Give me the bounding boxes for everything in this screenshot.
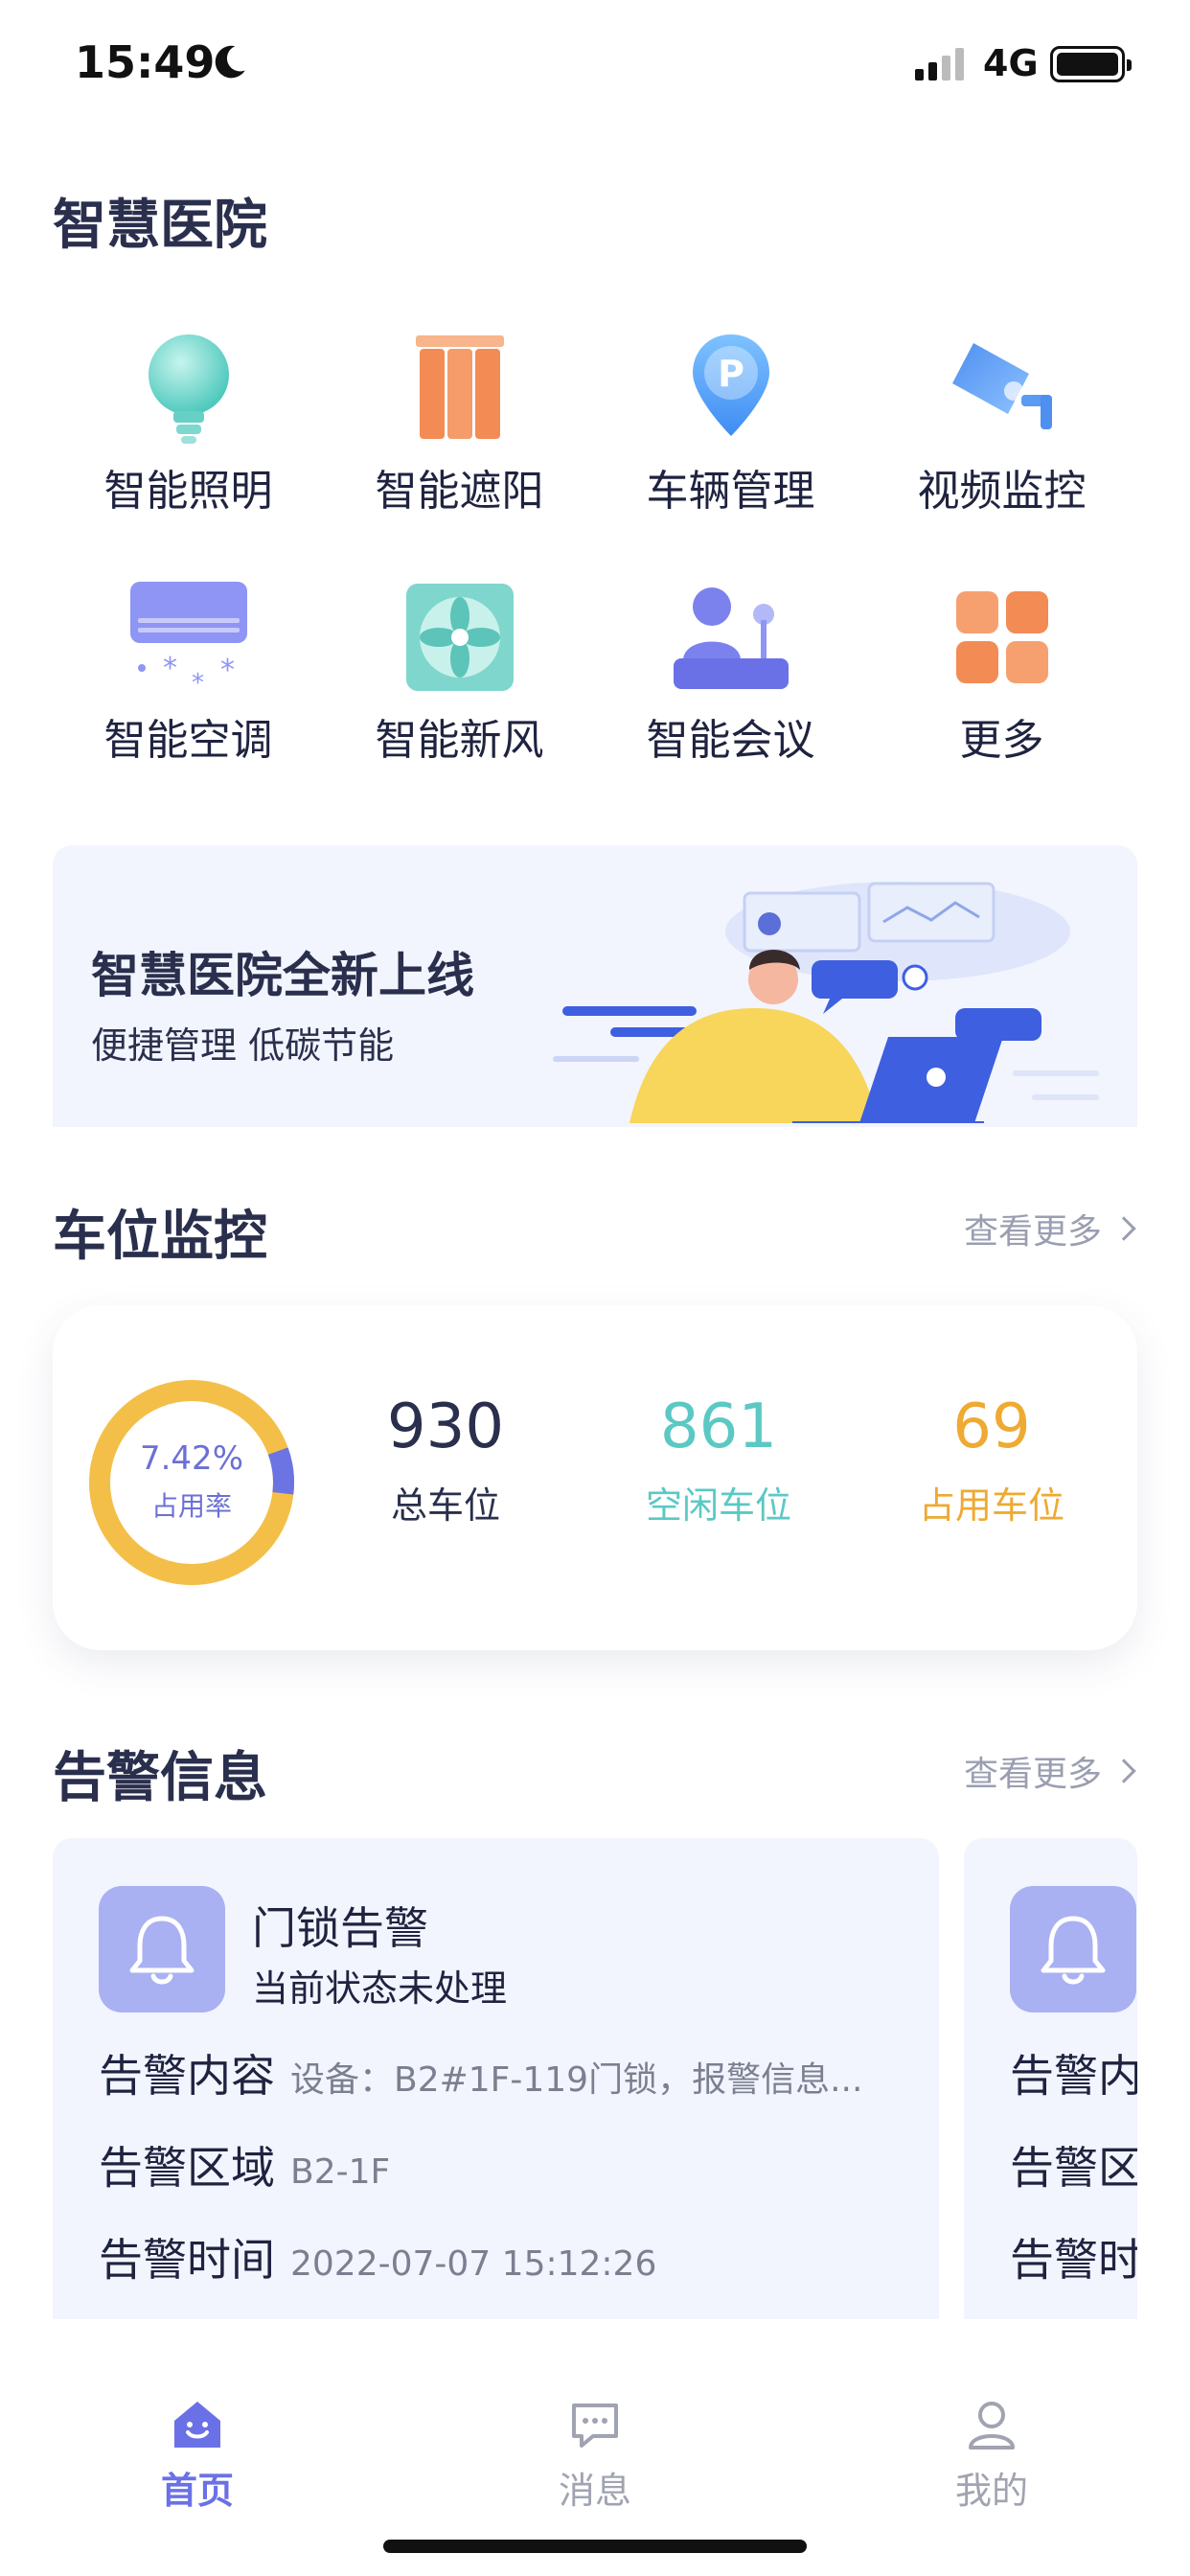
banner-title: 智慧医院全新上线: [91, 948, 474, 1003]
svg-text:*: *: [163, 652, 177, 685]
feature-meeting[interactable]: 智能会议: [595, 575, 866, 767]
feature-more[interactable]: 更多: [866, 575, 1137, 767]
moon-icon: [215, 45, 245, 79]
camera-icon: [940, 326, 1064, 450]
tab-profile[interactable]: 我的: [896, 2396, 1087, 2514]
tab-messages-label: 消息: [558, 2470, 631, 2512]
tab-profile-label: 我的: [954, 2470, 1028, 2512]
tab-messages[interactable]: 消息: [499, 2396, 691, 2514]
feature-sunshade[interactable]: 智能遮阳: [324, 326, 595, 518]
battery-icon: [1050, 46, 1132, 82]
alarm-card[interactable]: 门锁告警 当前状态未处理 告警内容 设备：B2#1F-119门锁，报警信息...…: [53, 1838, 939, 2319]
status-bar: 15:49 4G: [0, 0, 1190, 134]
donut-used-arc: [89, 1380, 294, 1585]
fan-icon: [398, 575, 522, 700]
alarm-area-key: 告警区域: [1010, 2142, 1137, 2194]
chevron-right-icon: [1111, 1216, 1136, 1241]
chevron-right-icon: [1111, 1759, 1136, 1783]
feature-label: 智能遮阳: [375, 467, 544, 516]
signal-icon: [915, 48, 964, 80]
bell-icon: [99, 1886, 225, 2012]
occupancy-rate: 7.42%: [139, 1439, 243, 1478]
tab-home[interactable]: 首页: [102, 2396, 293, 2514]
parking-pin-icon: P: [669, 326, 793, 450]
alarm-area-row: 告警区域: [1010, 2133, 1137, 2196]
alarm-content-key: 告警内容: [1010, 2050, 1137, 2102]
alarm-time-key: 告警时间: [99, 2234, 275, 2286]
feature-label: 智能空调: [103, 716, 273, 765]
free-spaces-value: 861: [659, 1392, 778, 1462]
alarm-time-row: 告警时间: [1010, 2225, 1137, 2288]
home-icon: [174, 2402, 220, 2448]
feature-label: 智能照明: [103, 467, 273, 516]
parking-section-title: 车位监控: [53, 1206, 267, 1268]
alarm-content-row: 告警内容 设备：B2#1F-119门锁，报警信息...: [99, 2041, 862, 2104]
alarm-state: 当前状态未处理: [252, 1967, 508, 2010]
feature-label: 车辆管理: [646, 467, 815, 516]
feature-label: 智能新风: [375, 716, 544, 765]
alarm-time-key: 告警时间: [1010, 2234, 1137, 2286]
stat-used: 69 占用车位: [858, 1392, 1126, 1529]
page-title: 智慧医院: [53, 195, 267, 257]
network-type: 4G: [983, 42, 1039, 84]
more-grid-icon: [940, 575, 1064, 700]
alarm-time-row: 告警时间 2022-07-07 15:12:26: [99, 2225, 656, 2288]
feature-fresh-air[interactable]: 智能新风: [324, 575, 595, 767]
feature-grid: 智能照明 智能遮阳 P 车辆管理 视频监控 * * * 智能空调 智能新风 智能…: [53, 326, 1137, 767]
feature-label: 更多: [959, 716, 1044, 765]
banner-illustration: [553, 882, 1099, 1123]
occupancy-rate-label: 占用率: [150, 1490, 232, 1522]
feature-video[interactable]: 视频监控: [866, 326, 1137, 518]
message-icon: [572, 2404, 618, 2448]
curtain-icon: [398, 326, 522, 450]
alarm-name: 门锁告警: [252, 1902, 428, 1954]
bell-icon: [1010, 1886, 1136, 2012]
alarm-area-key: 告警区域: [99, 2142, 275, 2194]
home-indicator: [383, 2540, 807, 2553]
alarm-content-value: 设备：B2#1F-119门锁，报警信息...: [290, 2060, 863, 2100]
stat-total: 930 总车位: [311, 1392, 580, 1529]
feature-aircon[interactable]: * * * 智能空调: [53, 575, 324, 767]
used-spaces-value: 69: [952, 1392, 1031, 1462]
bulb-icon: [126, 326, 251, 450]
banner-subtitle: 便捷管理 低碳节能: [91, 1024, 395, 1067]
svg-text:P: P: [718, 353, 744, 395]
used-spaces-label: 占用车位: [918, 1484, 1064, 1527]
occupancy-donut: [89, 1380, 294, 1585]
tab-home-label: 首页: [160, 2470, 234, 2512]
feature-vehicle[interactable]: P 车辆管理: [595, 326, 866, 518]
free-spaces-label: 空闲车位: [645, 1484, 791, 1527]
parking-view-more[interactable]: 查看更多: [963, 1204, 1136, 1254]
parking-card[interactable]: 7.42% 占用率 930 总车位 861 空闲车位 69 占用车位: [53, 1305, 1137, 1650]
meeting-icon: [669, 575, 793, 700]
user-icon: [969, 2402, 1015, 2450]
total-spaces-label: 总车位: [390, 1484, 500, 1527]
air-conditioner-icon: * * *: [126, 575, 251, 700]
view-more-label: 查看更多: [963, 1212, 1102, 1252]
total-spaces-value: 930: [386, 1392, 505, 1462]
alarm-area-value: B2-1F: [290, 2152, 391, 2192]
promo-banner[interactable]: 智慧医院全新上线 便捷管理 低碳节能: [53, 845, 1137, 1127]
feature-lighting[interactable]: 智能照明: [53, 326, 324, 518]
donut-free-ring: [89, 1380, 294, 1585]
alarm-content-row: 告警内容: [1010, 2041, 1137, 2104]
alarm-time-value: 2022-07-07 15:12:26: [290, 2244, 657, 2284]
alarm-view-more[interactable]: 查看更多: [963, 1746, 1136, 1796]
alarm-content-key: 告警内容: [99, 2050, 275, 2102]
view-more-label: 查看更多: [963, 1755, 1102, 1794]
feature-label: 智能会议: [646, 716, 815, 765]
svg-text:*: *: [192, 669, 204, 695]
alarm-card[interactable]: 告警内容 告警区域 告警时间: [964, 1838, 1137, 2319]
stat-free: 861 空闲车位: [584, 1392, 853, 1529]
alarm-area-row: 告警区域 B2-1F: [99, 2133, 390, 2196]
alarm-section-title: 告警信息: [53, 1747, 267, 1809]
svg-text:*: *: [220, 654, 235, 687]
feature-label: 视频监控: [917, 467, 1087, 516]
status-time: 15:49: [75, 36, 216, 88]
